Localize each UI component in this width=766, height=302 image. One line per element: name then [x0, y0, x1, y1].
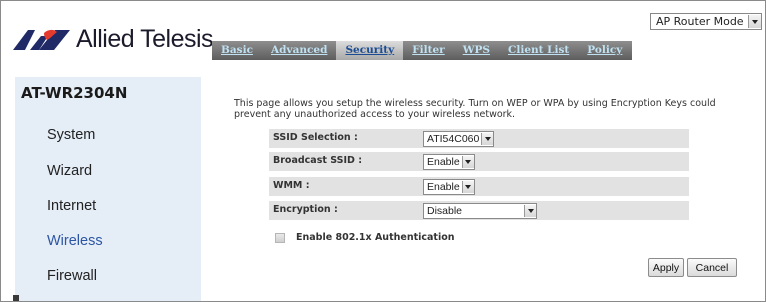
broadcast-ssid-label: Broadcast SSID :	[273, 155, 362, 166]
sidebar: AT-WR2304N System Wizard Internet Wirele…	[15, 77, 201, 301]
allied-telesis-logo-mark-icon	[13, 29, 70, 50]
encryption-select[interactable]: Disable	[423, 203, 537, 219]
broadcast-ssid-row: Broadcast SSID : Enable	[269, 152, 689, 171]
tab-advanced[interactable]: Advanced	[262, 41, 336, 60]
logo-text: Allied Telesis	[76, 25, 214, 53]
encryption-row: Encryption : Disable	[269, 201, 689, 220]
ssid-selection-row: SSID Selection : ATI54C060	[269, 129, 689, 148]
tab-client-list[interactable]: Client List	[499, 41, 578, 60]
chevron-down-icon[interactable]	[524, 205, 536, 217]
chevron-down-icon[interactable]	[461, 156, 474, 168]
bullet-icon	[13, 295, 19, 301]
ssid-selection-value: ATI54C060	[427, 133, 480, 145]
chevron-down-icon[interactable]	[747, 15, 761, 28]
intro-text: This page allows you setup the wireless …	[234, 98, 716, 120]
enable-8021x-label: Enable 802.1x Authentication	[296, 232, 455, 243]
wmm-value: Enable	[427, 181, 460, 193]
tab-security[interactable]: Security	[336, 41, 404, 60]
tab-filter[interactable]: Filter	[403, 41, 454, 60]
sidebar-item-internet[interactable]: Internet	[47, 198, 96, 214]
allied-telesis-logo: Allied Telesis	[13, 25, 214, 53]
router-admin-page: AP Router Mode Allied Telesis Basic Adva…	[0, 0, 766, 302]
sidebar-item-system[interactable]: System	[47, 127, 95, 143]
mode-select[interactable]: AP Router Mode	[650, 13, 762, 30]
ssid-selection-select[interactable]: ATI54C060	[423, 131, 495, 147]
cancel-button[interactable]: Cancel	[687, 258, 737, 277]
top-nav-tabs: Basic Advanced Security Filter WPS Clien…	[212, 41, 632, 60]
wmm-label: WMM :	[273, 180, 310, 191]
tab-basic[interactable]: Basic	[212, 41, 262, 60]
chevron-down-icon[interactable]	[481, 133, 494, 145]
tab-wps[interactable]: WPS	[454, 41, 499, 60]
tab-policy[interactable]: Policy	[578, 41, 631, 60]
encryption-label: Encryption :	[273, 204, 338, 215]
ssid-selection-label: SSID Selection :	[273, 132, 358, 143]
broadcast-ssid-select[interactable]: Enable	[423, 154, 475, 170]
wmm-select[interactable]: Enable	[423, 179, 475, 195]
model-name: AT-WR2304N	[21, 84, 128, 102]
chevron-down-icon[interactable]	[461, 181, 474, 193]
encryption-value: Disable	[427, 205, 463, 217]
apply-button[interactable]: Apply	[648, 258, 684, 277]
enable-8021x-checkbox[interactable]	[275, 232, 285, 243]
sidebar-item-wizard[interactable]: Wizard	[47, 163, 92, 179]
broadcast-ssid-value: Enable	[427, 156, 460, 168]
wmm-row: WMM : Enable	[269, 177, 689, 196]
enable-8021x-row: Enable 802.1x Authentication	[275, 232, 455, 243]
sidebar-item-wireless[interactable]: Wireless	[47, 233, 103, 249]
mode-select-value: AP Router Mode	[656, 15, 744, 28]
sidebar-item-firewall[interactable]: Firewall	[47, 268, 97, 284]
